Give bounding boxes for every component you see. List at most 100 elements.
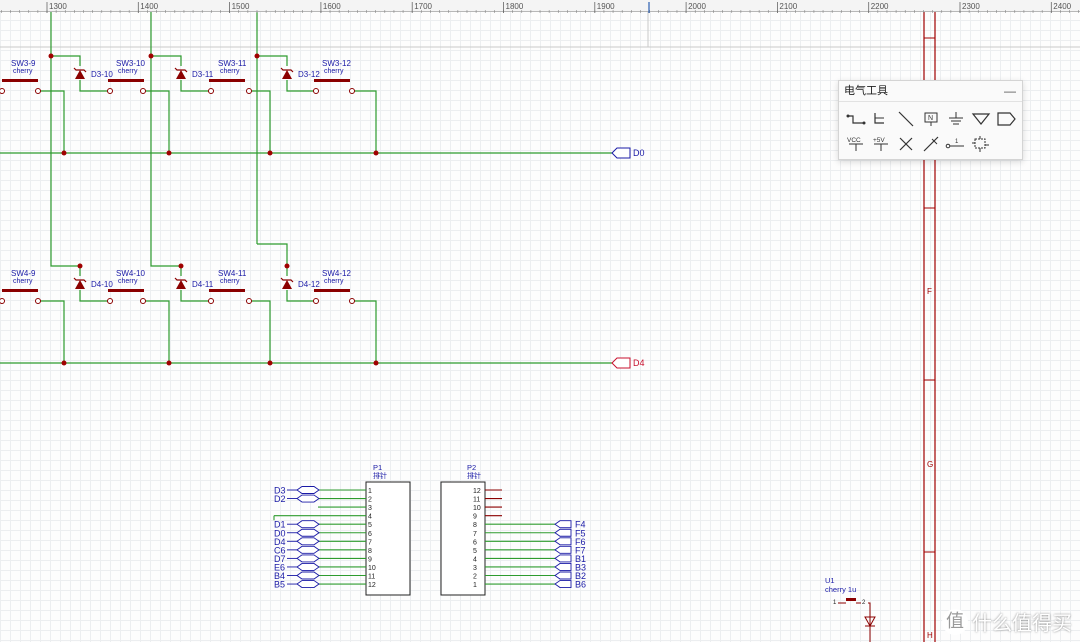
diode-d4-11[interactable]: D4-11 bbox=[174, 277, 214, 289]
switch-value: cherry bbox=[13, 68, 33, 75]
p1-pin-number: 4 bbox=[368, 514, 372, 521]
p1-net-port[interactable] bbox=[296, 494, 320, 503]
header-value: 排针 bbox=[373, 471, 387, 480]
p1-net-label: D2 bbox=[274, 494, 286, 504]
p1-pin-number: 2 bbox=[368, 497, 372, 504]
net-label-tool-button[interactable]: N bbox=[920, 109, 942, 129]
net-port-tool-button[interactable] bbox=[995, 109, 1017, 129]
line-icon bbox=[898, 111, 914, 127]
p1-net-port[interactable] bbox=[296, 580, 320, 588]
switch-ref: SW4-11 bbox=[218, 269, 247, 278]
p1-pin-number: 3 bbox=[368, 505, 372, 512]
p1-net-port[interactable] bbox=[296, 563, 320, 571]
diode-ref: D4-11 bbox=[192, 280, 214, 289]
watermark-text: 什么值得买 bbox=[972, 611, 1072, 635]
switch-sw3-9[interactable]: SW3-9 cherry bbox=[0, 59, 41, 94]
ruler-tick-label: 1800 bbox=[506, 2, 524, 11]
electrical-tools-panel[interactable]: 电气工具 — N VCC +5V 1 bbox=[838, 80, 1023, 160]
u1-pin2: 2 bbox=[862, 600, 866, 606]
ruler-tick-label: 1400 bbox=[140, 2, 158, 11]
header-value: 排针 bbox=[467, 471, 481, 480]
bottom-row-wires bbox=[0, 243, 612, 364]
bus-label: G bbox=[927, 460, 933, 469]
switch-sw3-11[interactable]: SW3-11 cherry bbox=[208, 59, 252, 94]
header-p2[interactable]: P2 排针 12111098 F47 F56 F65 F74 B13 B32 B21 B6 bbox=[440, 463, 586, 596]
switch-ref: SW4-9 bbox=[11, 269, 36, 278]
p2-net-port[interactable] bbox=[554, 554, 572, 563]
p2-net-label: B6 bbox=[575, 580, 586, 590]
net-label-text: D0 bbox=[633, 148, 645, 158]
ground-tool-button[interactable] bbox=[945, 109, 967, 129]
switch-value: cherry bbox=[324, 68, 344, 75]
svg-text:1: 1 bbox=[955, 139, 959, 145]
p2-net-port[interactable] bbox=[554, 563, 572, 571]
schematic-canvas[interactable]: SW3-9 cherry SW3-10 cherry SW3-11 cherry… bbox=[0, 0, 1080, 642]
vcc-icon: VCC bbox=[847, 137, 863, 151]
ruler-tick-label: 2400 bbox=[1053, 2, 1071, 11]
panel-title: 电气工具 bbox=[844, 85, 888, 97]
diode-d3-11[interactable]: D3-11 bbox=[174, 67, 214, 79]
select-tool-button[interactable] bbox=[970, 134, 992, 154]
p1-pin-number: 10 bbox=[368, 565, 376, 572]
watermark: 值什么值得买 bbox=[942, 607, 1072, 636]
p2-pin-number: 9 bbox=[473, 514, 477, 521]
switch-value: cherry bbox=[324, 278, 344, 285]
p2-net-port[interactable] bbox=[554, 528, 572, 537]
diode-d4-10[interactable]: D4-10 bbox=[73, 277, 113, 289]
switch-sw4-9[interactable]: SW4-9 cherry bbox=[0, 269, 41, 304]
p1-net-port[interactable] bbox=[296, 528, 320, 537]
diode-ref: D4-10 bbox=[91, 280, 113, 289]
p2-pin-number: 10 bbox=[473, 505, 481, 512]
p1-net-port[interactable] bbox=[296, 520, 320, 529]
triangle-down-icon bbox=[971, 113, 991, 125]
switch-value: cherry bbox=[220, 68, 240, 75]
probe-tool-button[interactable] bbox=[920, 134, 942, 154]
vcc-tool-button[interactable]: VCC bbox=[845, 134, 867, 154]
p2-net-port[interactable] bbox=[554, 545, 572, 554]
switch-u1[interactable]: U1 cherry 1u 1 2 bbox=[825, 576, 876, 642]
ruler-tick-label: 2100 bbox=[779, 2, 797, 11]
diode-d3-12[interactable]: D3-12 bbox=[280, 67, 320, 79]
p1-net-port[interactable] bbox=[296, 486, 320, 494]
bus-entry-tool-button[interactable] bbox=[870, 109, 892, 129]
wire-tool-button[interactable] bbox=[845, 109, 867, 129]
p2-net-port[interactable] bbox=[554, 571, 572, 580]
switch-sw4-10[interactable]: SW4-10 cherry bbox=[107, 269, 146, 304]
power-triangle-tool-button[interactable] bbox=[970, 109, 992, 129]
diode-ref: D3-10 bbox=[91, 70, 113, 79]
no-connect-tool-button[interactable] bbox=[895, 134, 917, 154]
bus-label: F bbox=[927, 287, 932, 296]
diode-d3-10[interactable]: D3-10 bbox=[73, 67, 113, 79]
switch-ref: SW3-9 bbox=[11, 59, 36, 68]
header-ref: P1 bbox=[373, 463, 382, 472]
ruler-tick-label: 1500 bbox=[232, 2, 250, 11]
switch-sw4-11[interactable]: SW4-11 cherry bbox=[208, 269, 252, 304]
net-label-d4[interactable]: D4 bbox=[611, 357, 645, 369]
switch-value: cherry bbox=[13, 278, 33, 285]
switch-sw3-10[interactable]: SW3-10 cherry bbox=[107, 59, 146, 94]
switch-ref: SW3-12 bbox=[322, 59, 351, 68]
header-p1[interactable]: P1 排针 1D32D2345D16D07D48C69D710E611B412B… bbox=[273, 463, 411, 596]
panel-title-bar[interactable]: 电气工具 — bbox=[839, 81, 1022, 102]
p1-net-port[interactable] bbox=[296, 554, 320, 563]
net-label-d0[interactable]: D0 bbox=[611, 147, 645, 159]
pin-tool-button[interactable]: 1 bbox=[945, 134, 967, 154]
p1-pin-number: 6 bbox=[368, 531, 372, 538]
p2-net-port[interactable] bbox=[554, 537, 572, 546]
p2-net-port[interactable] bbox=[554, 520, 572, 529]
p1-pin-number: 1 bbox=[368, 488, 372, 495]
p1-net-port[interactable] bbox=[296, 571, 320, 580]
plus5v-tool-button[interactable]: +5V bbox=[870, 134, 892, 154]
horizontal-ruler[interactable]: 1300 1400 1500 1600 1700 1800 1900 2000 2100 2200… bbox=[0, 0, 1080, 13]
line-tool-button[interactable] bbox=[895, 109, 917, 129]
svg-text:+5V: +5V bbox=[873, 137, 885, 144]
diode-d4-12[interactable]: D4-12 bbox=[280, 277, 320, 289]
p1-net-port[interactable] bbox=[296, 537, 320, 546]
diode-ref: D3-11 bbox=[192, 70, 214, 79]
minimize-button[interactable]: — bbox=[1004, 81, 1016, 101]
p2-net-port[interactable] bbox=[554, 580, 572, 588]
p1-net-port[interactable] bbox=[296, 545, 320, 554]
switch-ref: SW4-12 bbox=[322, 269, 351, 278]
p2-pin-number: 11 bbox=[473, 497, 480, 504]
plus5v-icon: +5V bbox=[873, 137, 888, 151]
